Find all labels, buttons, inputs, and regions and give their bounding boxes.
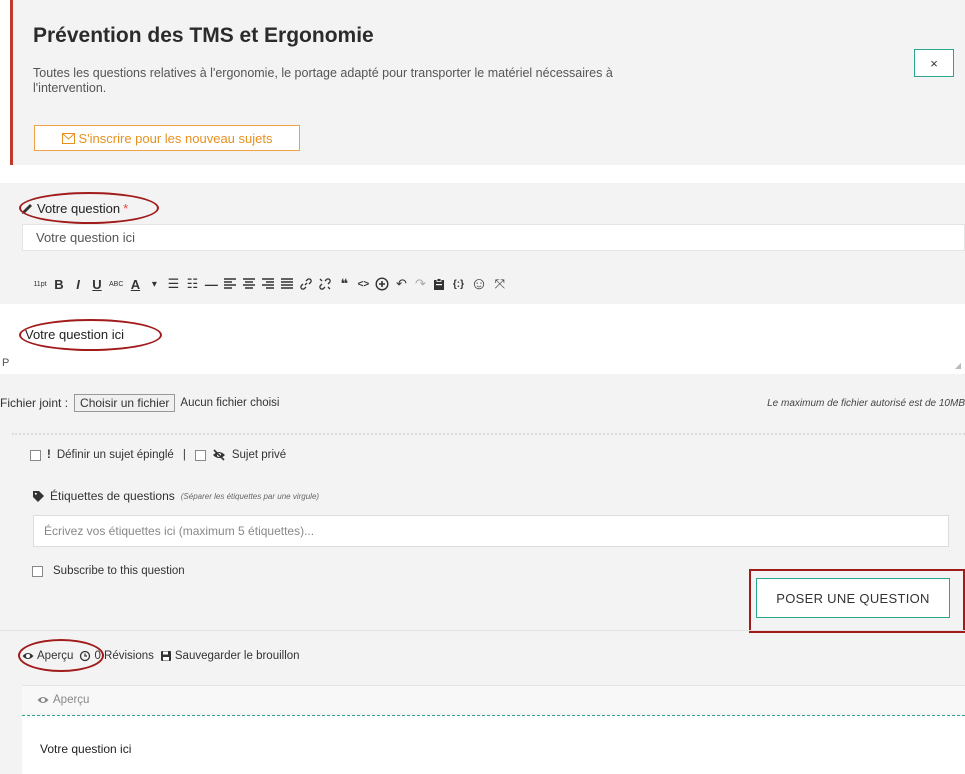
private-topic-checkbox[interactable] xyxy=(194,449,206,461)
underline-button[interactable]: U xyxy=(90,275,104,293)
pin-icon: ! xyxy=(47,449,51,461)
eye-icon xyxy=(22,653,34,659)
preview-button[interactable]: Aperçu xyxy=(22,650,73,662)
undo-button[interactable]: ↶ xyxy=(394,275,408,293)
save-draft-label: Sauvegarder le brouillon xyxy=(174,650,300,662)
pencil-icon xyxy=(22,203,32,214)
align-center-button[interactable] xyxy=(242,275,256,293)
question-form: Votre question * Votre question ici 11pt… xyxy=(0,183,965,774)
preview-panel-body: Votre question ici xyxy=(22,715,965,774)
align-right-button[interactable] xyxy=(261,275,275,293)
revisions-label: 0 Révisions xyxy=(94,650,154,662)
clipboard-icon xyxy=(434,278,445,290)
topic-options: ! Définir un sujet épinglé | Sujet privé xyxy=(30,447,286,463)
file-attachment-row: Fichier joint : Choisir un fichier Aucun… xyxy=(0,392,965,414)
eye-slash-icon xyxy=(212,449,225,461)
align-center-icon xyxy=(243,278,256,289)
font-size-button[interactable]: 11pt xyxy=(33,275,47,293)
text-color-dropdown[interactable]: ▾ xyxy=(147,275,161,293)
history-icon xyxy=(80,650,91,662)
subscribe-question-checkbox[interactable] xyxy=(32,565,43,577)
editor-toolbar: 11pt B I U ABC A ▾ ☰ ☷ — ❝ <> ↶ ↷ {:} ☺ … xyxy=(33,273,507,295)
bold-button[interactable]: B xyxy=(52,275,66,293)
align-left-icon xyxy=(224,278,237,289)
plus-circle-icon xyxy=(375,277,389,291)
align-justify-icon xyxy=(281,278,294,289)
align-justify-button[interactable] xyxy=(280,275,294,293)
paste-button[interactable] xyxy=(432,275,446,293)
unlink-icon xyxy=(319,278,332,290)
tags-label-text: Étiquettes de questions xyxy=(50,489,175,503)
envelope-icon xyxy=(61,132,75,144)
ask-question-button[interactable]: POSER UNE QUESTION xyxy=(756,578,950,618)
code-button[interactable]: <> xyxy=(356,275,370,293)
max-file-size-note: Le maximum de fichier autorisé est de 10… xyxy=(767,397,965,409)
link-icon xyxy=(300,278,313,290)
actions-divider xyxy=(0,630,965,631)
eye-icon xyxy=(37,696,49,703)
subscribe-question-label: Subscribe to this question xyxy=(53,565,185,577)
save-draft-button[interactable]: Sauvegarder le brouillon xyxy=(160,650,300,662)
file-attachment-label: Fichier joint : xyxy=(0,396,69,410)
forum-description: Toutes les questions relatives à l'ergon… xyxy=(33,66,613,95)
editor-content: Votre question ici xyxy=(25,327,125,342)
preview-panel-header: Aperçu xyxy=(22,685,965,713)
strikethrough-button[interactable]: ABC xyxy=(109,275,123,293)
horizontal-rule-button[interactable]: — xyxy=(204,275,218,293)
italic-button[interactable]: I xyxy=(71,275,85,293)
revisions-button[interactable]: 0 Révisions xyxy=(79,650,154,662)
tags-input[interactable]: Écrivez vos étiquettes ici (maximum 5 ét… xyxy=(33,515,949,547)
preview-panel-title: Aperçu xyxy=(53,693,90,706)
tag-icon xyxy=(33,490,44,502)
private-topic-label: Sujet privé xyxy=(231,449,287,461)
question-label: Votre question * xyxy=(20,201,128,216)
form-actions: Aperçu 0 Révisions Sauvegarder le brouil… xyxy=(22,650,300,662)
unlink-button[interactable] xyxy=(318,275,332,293)
fullscreen-button[interactable]: ⤧ xyxy=(493,275,507,293)
pin-topic-label: Définir un sujet épinglé xyxy=(56,449,174,461)
options-separator: | xyxy=(182,449,186,461)
question-editor[interactable]: Votre question ici P ◢ xyxy=(0,304,965,374)
preview-content: Votre question ici xyxy=(40,742,132,756)
link-button[interactable] xyxy=(299,275,313,293)
question-label-text: Votre question xyxy=(37,201,121,216)
no-file-chosen-text: Aucun fichier choisi xyxy=(180,397,280,409)
pin-topic-checkbox[interactable] xyxy=(30,449,41,461)
subscribe-question-row: Subscribe to this question xyxy=(32,565,185,577)
required-mark: * xyxy=(123,201,129,216)
text-color-button[interactable]: A xyxy=(128,275,142,293)
choose-file-button[interactable]: Choisir un fichier xyxy=(74,394,176,412)
redo-button[interactable]: ↷ xyxy=(413,275,427,293)
tags-label: Étiquettes de questions (Séparer les éti… xyxy=(33,489,319,503)
section-divider xyxy=(12,433,965,435)
numbered-list-button[interactable]: ☷ xyxy=(185,275,199,293)
tags-hint: (Séparer les étiquettes par une virgule) xyxy=(180,491,320,501)
shortcode-button[interactable]: {:} xyxy=(451,275,465,293)
bullet-list-button[interactable]: ☰ xyxy=(166,275,180,293)
align-right-icon xyxy=(262,278,275,289)
forum-header: Prévention des TMS et Ergonomie Toutes l… xyxy=(10,0,965,165)
editor-path: P xyxy=(2,357,10,369)
subscribe-new-topics-button[interactable]: S'inscrire pour les nouveau sujets xyxy=(34,125,300,151)
blockquote-button[interactable]: ❝ xyxy=(337,275,351,293)
question-title-input[interactable]: Votre question ici xyxy=(22,224,965,251)
align-left-button[interactable] xyxy=(223,275,237,293)
close-button[interactable]: × xyxy=(914,49,954,77)
resize-grip-icon[interactable]: ◢ xyxy=(955,361,961,370)
preview-label: Aperçu xyxy=(37,650,74,662)
floppy-disk-icon xyxy=(160,651,171,661)
emoji-button[interactable]: ☺ xyxy=(470,274,487,293)
insert-button[interactable] xyxy=(375,275,389,293)
forum-title: Prévention des TMS et Ergonomie xyxy=(33,24,374,47)
subscribe-new-topics-label: S'inscrire pour les nouveau sujets xyxy=(78,130,273,146)
